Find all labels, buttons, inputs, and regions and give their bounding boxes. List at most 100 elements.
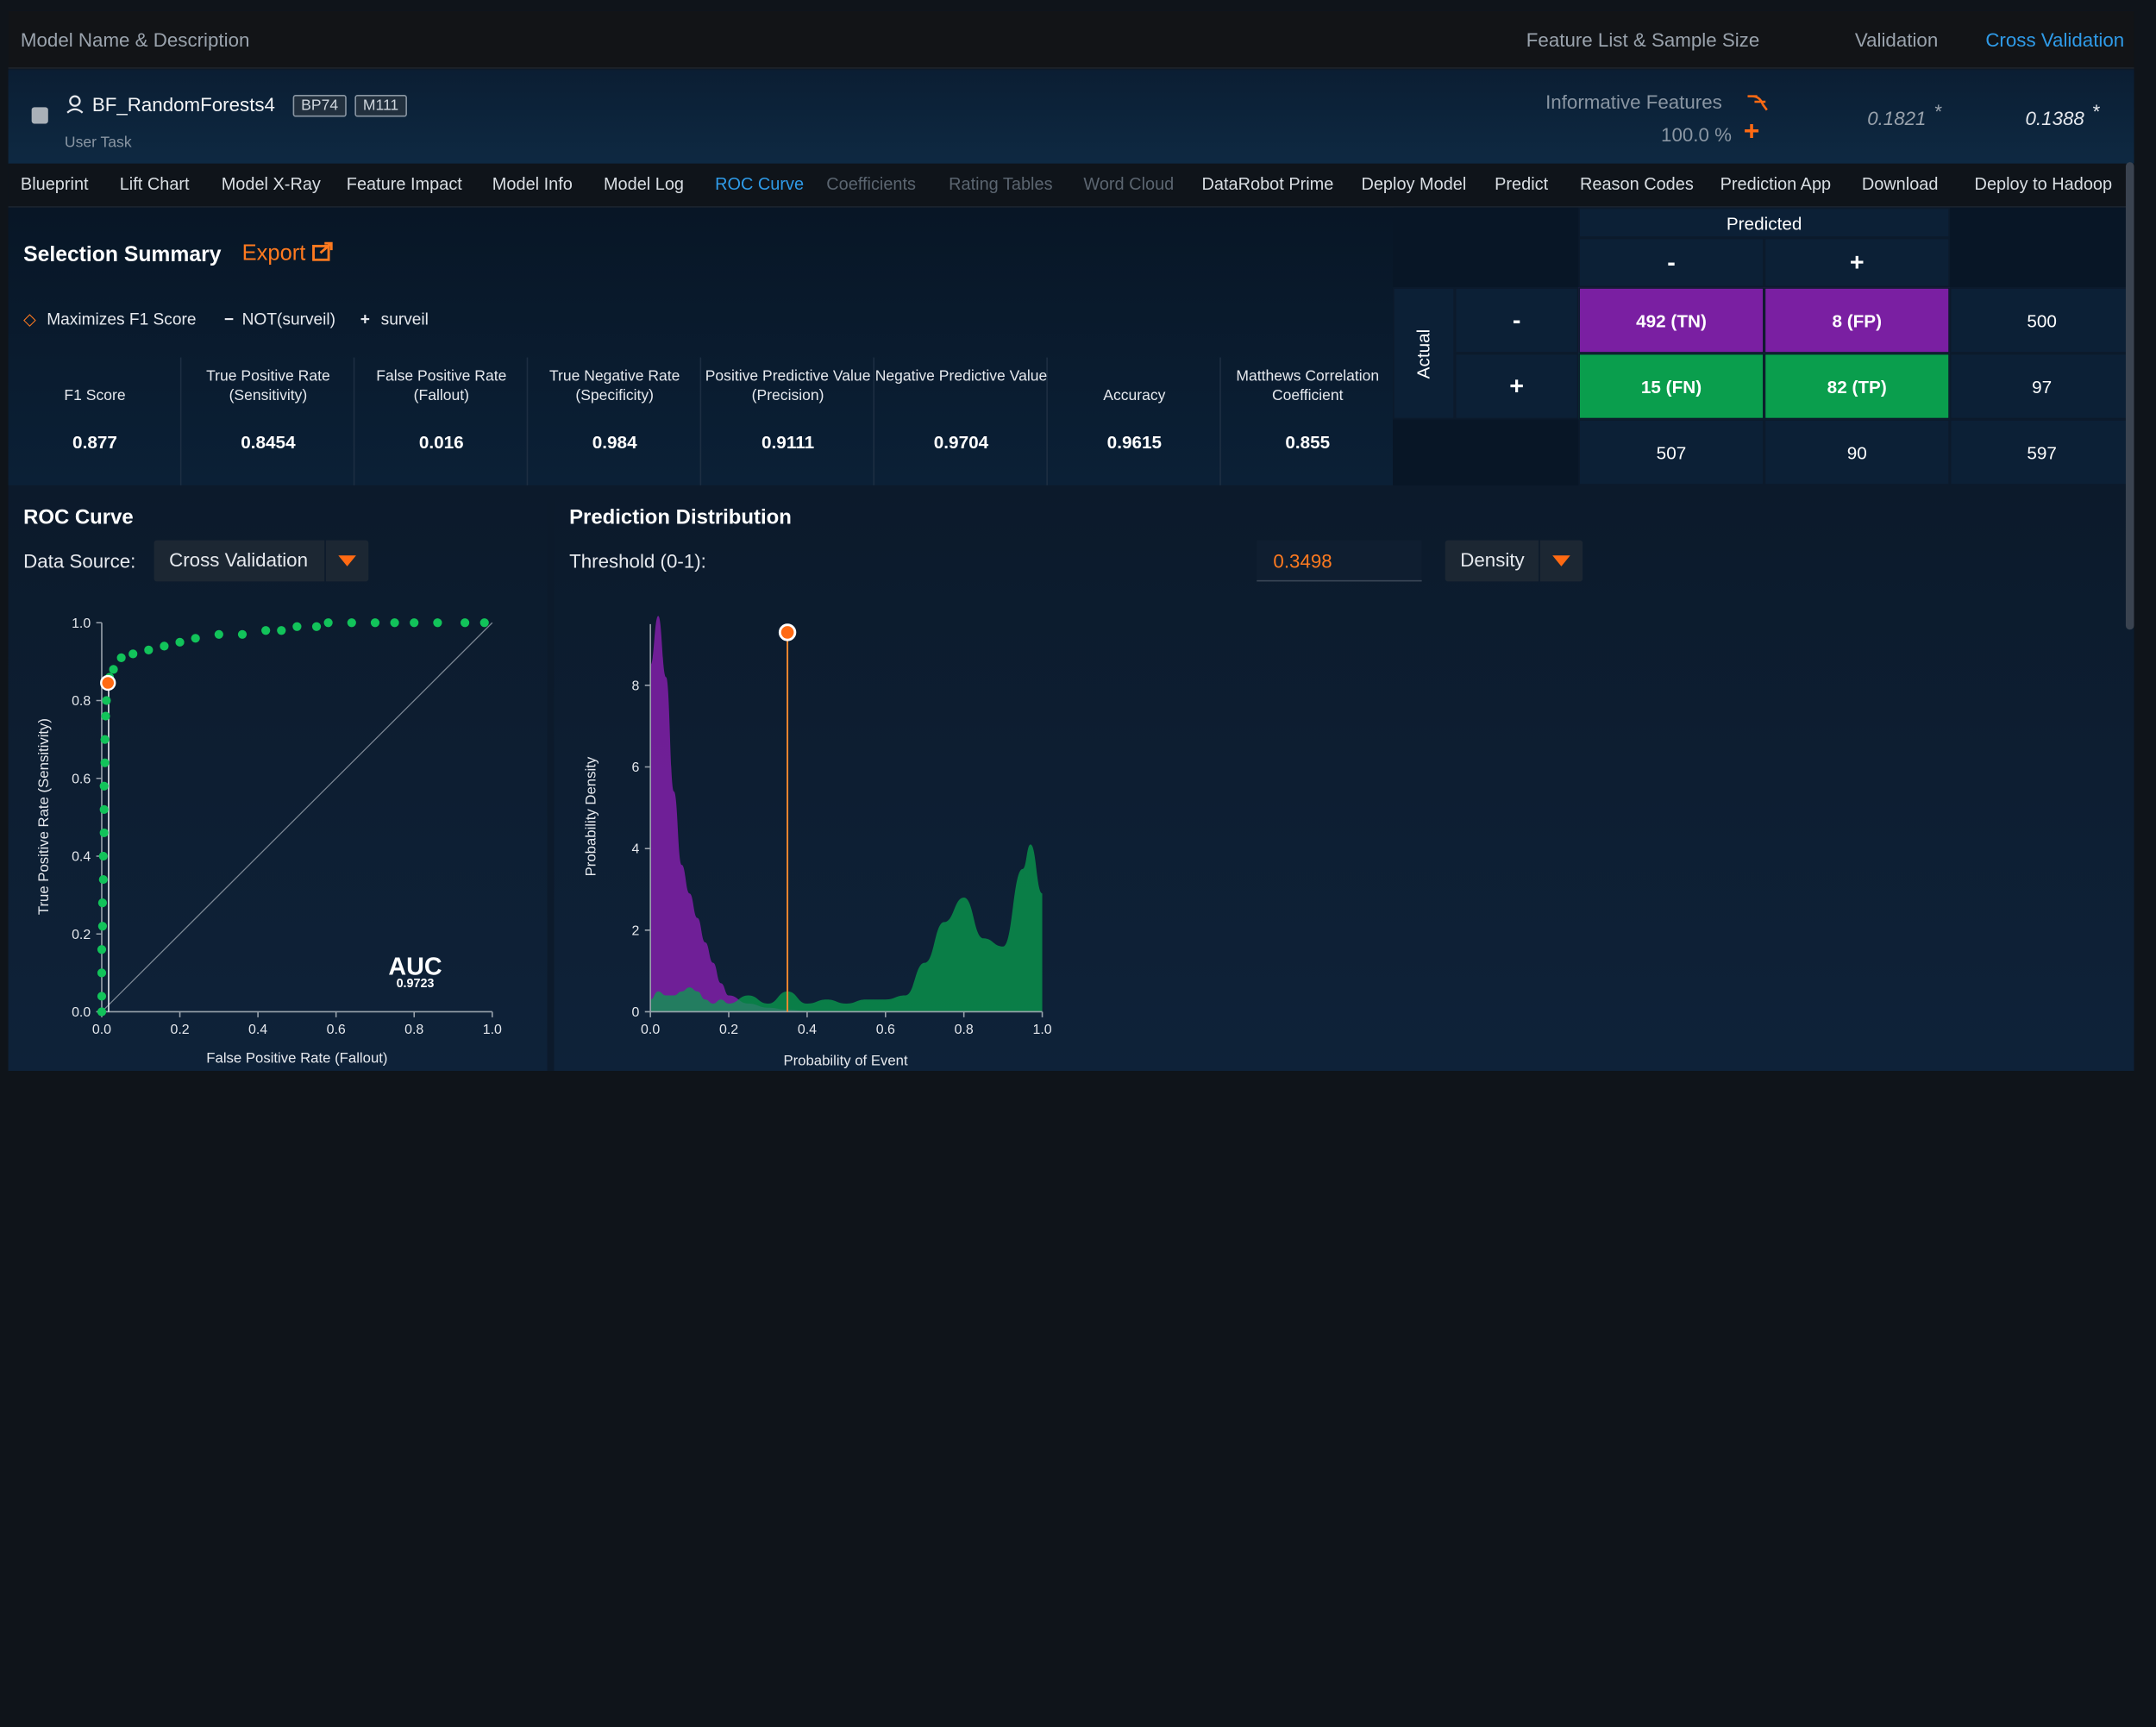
predicted-neg: - [1578,237,1764,288]
roc-y-tick-label: 0.2 [72,928,91,942]
metric-ppv: Positive Predictive Value (Precision) 0.… [701,357,875,485]
export-icon [311,241,333,261]
threshold-value: 0.3498 [1273,549,1332,573]
distribution-chart[interactable]: 0.0 0.2 0.4 0.6 0.8 1.0 0 2 4 6 8 Probability of E… [555,597,1132,1071]
feature-list-name[interactable]: Informative Features [1545,91,1722,113]
roc-point [292,622,302,631]
tab-datarobot-prime[interactable]: DataRobot Prime [1202,174,1334,193]
validation-score: 0.1821 [1867,107,1927,129]
metric-value: 0.9704 [933,431,989,453]
roc-point [160,641,169,651]
data-source-value: Cross Validation [169,548,308,571]
metric-accuracy: Accuracy 0.9615 [1048,357,1221,485]
roc-title: ROC Curve [23,505,134,529]
dropdown-button[interactable] [1539,540,1583,582]
dist-y-tick-label: 2 [632,923,640,938]
metric-mcc: Matthews Correlation Coefficient 0.855 [1221,358,1395,485]
roc-point [261,626,271,635]
validation-asterisk: * [1934,100,1943,122]
roc-point [99,828,109,838]
dist-y-tick-label: 0 [632,1005,640,1020]
dist-y-tick-label: 6 [632,760,640,775]
roc-point [97,992,107,1001]
col-model-header[interactable]: Model Name & Description [21,28,249,51]
roc-point [97,922,107,931]
legend-negative-class: NOT(surveil) [241,309,336,329]
roc-selected-point[interactable] [100,674,116,691]
dist-x-label: Probability of Event [783,1053,908,1069]
cell-fn: 15 (FN) [1578,353,1764,420]
roc-point [99,781,109,791]
dist-x-tick-label: 0.2 [719,1023,738,1037]
data-source-dropdown[interactable]: Cross Validation [154,540,369,582]
roc-point [277,626,286,635]
col-validation-header[interactable]: Validation [1855,28,1938,51]
cv-score: 0.1388 [2025,107,2084,129]
tab-coefficients[interactable]: Coefficients [826,174,916,193]
actual-neg: - [1454,287,1579,354]
model-checkbox[interactable] [31,107,48,124]
tab-reason-codes[interactable]: Reason Codes [1580,174,1694,193]
metric-label: F1 Score [64,387,126,404]
roc-point [311,622,322,631]
tab-model-xray[interactable]: Model X-Ray [222,174,321,193]
tab-deploy-model[interactable]: Deploy Model [1361,174,1466,193]
add-sample-icon[interactable]: + [1744,117,1760,149]
tab-deploy-hadoop[interactable]: Deploy to Hadoop [1975,174,2113,193]
auc-value: 0.9723 [397,977,435,991]
row-pos-total: 97 [1949,353,2134,420]
export-button[interactable]: Export [242,241,334,266]
model-name[interactable]: BF_RandomForests4 [92,93,275,116]
cell-tn: 492 (TN) [1578,287,1764,354]
model-id-tag[interactable]: M111 [354,95,407,117]
feature-list-icon[interactable] [1746,93,1769,112]
selection-summary-title: Selection Summary [23,243,222,267]
metric-value: 0.9615 [1106,431,1163,453]
tab-blueprint[interactable]: Blueprint [21,174,89,193]
caret-down-icon [1552,555,1570,566]
tab-model-log[interactable]: Model Log [604,174,684,193]
distribution-mode-dropdown[interactable]: Density [1445,540,1583,582]
tab-predict[interactable]: Predict [1495,174,1548,193]
export-label: Export [241,241,306,266]
user-icon [66,95,84,114]
dist-y-tick-label: 4 [632,842,640,857]
roc-point [214,629,223,639]
roc-y-tick-label: 1.0 [72,616,91,631]
tab-roc-curve[interactable]: ROC Curve [715,174,804,193]
roc-point [116,653,126,662]
legend-positive-class: surveil [380,309,429,329]
tab-download[interactable]: Download [1862,174,1939,193]
roc-chart[interactable]: 0.0 0.2 0.4 0.6 0.8 1.00.00.20.40.60.81.0 AUC… [9,597,548,1071]
threshold-handle[interactable] [778,623,797,641]
dist-x-tick-label: 0.0 [641,1023,660,1037]
tab-prediction-app[interactable]: Prediction App [1720,174,1832,193]
roc-point [460,618,470,628]
model-tabs: Blueprint Lift Chart Model X-Ray Feature… [8,163,2134,208]
tab-rating-tables[interactable]: Rating Tables [949,174,1052,193]
confusion-matrix: Predicted - + Actual - + 492 (TN) 8 (FP)… [1393,207,2134,485]
tab-lift-chart[interactable]: Lift Chart [120,174,190,193]
scrollbar[interactable] [2125,162,2134,630]
tab-feature-impact[interactable]: Feature Impact [347,174,462,193]
metric-label: Positive Predictive Value (Precision) [705,368,871,404]
actual-pos: + [1454,353,1579,420]
metric-value: 0.9111 [761,431,815,453]
threshold-input[interactable]: 0.3498 [1257,540,1422,582]
dist-x-tick-label: 0.8 [955,1023,974,1037]
col-feature-header[interactable]: Feature List & Sample Size [1526,28,1759,51]
roc-point [100,735,110,744]
metric-fpr: False Positive Rate (Fallout) 0.016 [354,357,529,485]
col-cv-header[interactable]: Cross Validation [1985,28,2124,51]
roc-point [102,696,111,705]
tab-word-cloud[interactable]: Word Cloud [1083,174,1174,193]
legend-maximizes: Maximizes F1 Score [47,309,197,329]
blueprint-tag[interactable]: BP74 [292,95,347,117]
tab-model-info[interactable]: Model Info [492,174,573,193]
dropdown-button[interactable] [324,540,368,582]
roc-point [410,618,419,628]
model-row[interactable]: BF_RandomForests4 BP74 M111 User Task In… [8,70,2134,164]
leaderboard-panel: Model Name & Description Feature List & … [8,10,2134,1072]
roc-panel: ROC Curve Data Source: Cross Validation … [8,486,548,1072]
metric-value: 0.877 [72,431,117,453]
